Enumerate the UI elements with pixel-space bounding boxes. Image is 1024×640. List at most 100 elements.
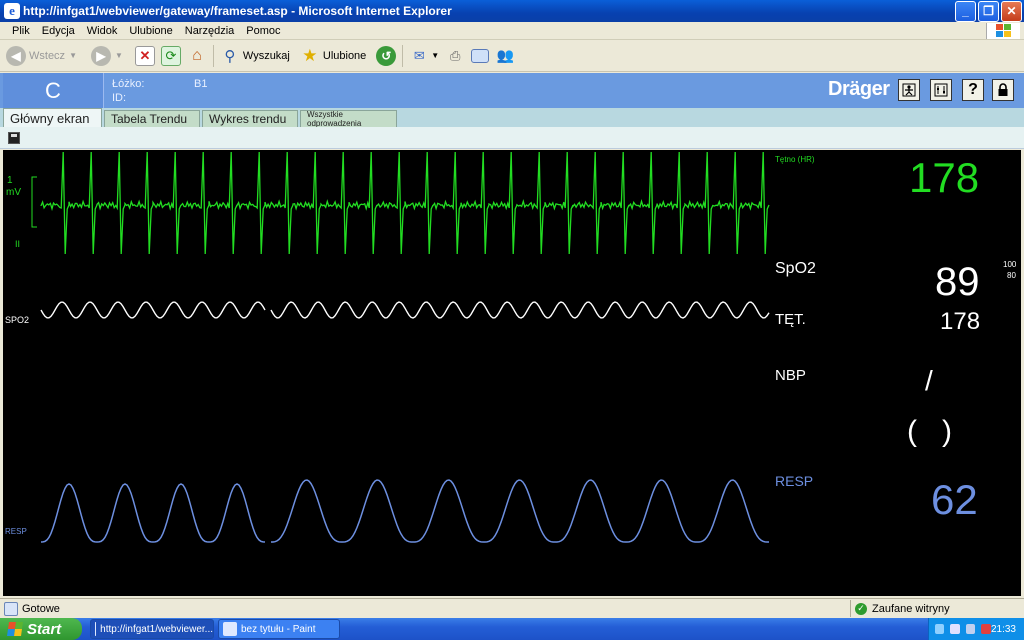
- home-icon: ⌂: [192, 46, 202, 64]
- nbp-param-label[interactable]: NBP: [775, 367, 806, 384]
- mail-button[interactable]: ✉ ▼: [409, 46, 439, 66]
- task-label: bez tytułu - Paint: [241, 623, 316, 635]
- spo2-alarm-high: 100: [1003, 260, 1017, 269]
- history-button[interactable]: ↺: [376, 45, 397, 66]
- resp-param-label[interactable]: RESP: [775, 473, 813, 489]
- menu-bar: Plik Edycja Widok Ulubione Narzędzia Pom…: [0, 22, 1024, 40]
- bed-label: Łóżko:: [112, 78, 145, 90]
- sliders-icon: [934, 83, 948, 97]
- ie-task-icon: [95, 622, 97, 636]
- menu-file[interactable]: Plik: [0, 25, 36, 37]
- stop-icon: ✕: [134, 45, 155, 66]
- waveform-canvas: [31, 151, 770, 543]
- search-label: Wyszukaj: [242, 49, 290, 62]
- messenger-icon: 👥: [496, 47, 514, 63]
- nbp-mean: ( ): [907, 415, 952, 448]
- help-button[interactable]: ?: [962, 79, 984, 101]
- settings-button[interactable]: [930, 79, 952, 101]
- menu-help[interactable]: Pomoc: [240, 25, 286, 37]
- menu-edit[interactable]: Edycja: [36, 25, 81, 37]
- ie-logo-icon: e: [4, 3, 20, 19]
- printer-icon: ⎙: [450, 47, 461, 63]
- edit-button[interactable]: [471, 48, 490, 63]
- spo2-waveform: [270, 301, 770, 319]
- tab-main-screen[interactable]: Główny ekran: [3, 108, 102, 127]
- bed-value: B1: [194, 78, 208, 90]
- hr-value: 178: [909, 154, 980, 201]
- window-title-bar[interactable]: e http://infgat1/webviewer/gateway/frame…: [0, 0, 1024, 22]
- windows-flag-icon: [7, 622, 23, 636]
- stop-button[interactable]: ✕: [134, 45, 155, 66]
- spo2-param-label[interactable]: SpO2: [775, 260, 816, 278]
- paint-task-icon: [223, 622, 237, 636]
- tab-trend-chart[interactable]: Wykres trendu: [202, 110, 298, 127]
- print-button[interactable]: ⎙: [445, 46, 465, 66]
- messenger-button[interactable]: 👥: [495, 46, 515, 66]
- zone-label: Zaufane witryny: [872, 602, 950, 615]
- taskbar-item-paint[interactable]: bez tytułu - Paint: [218, 619, 340, 639]
- back-button[interactable]: ◀ Wstecz ▼: [6, 45, 77, 66]
- lock-icon: [998, 83, 1008, 96]
- search-button[interactable]: ⚲ Wyszukaj: [220, 46, 290, 66]
- browser-toolbar: ◀ Wstecz ▼ ▶ ▼ ✕ ⟳ ⌂ ⚲ Wyszukaj ★ Ulubio…: [0, 40, 1024, 72]
- patient-icon: [902, 83, 916, 97]
- toolbar-separator: [402, 44, 404, 67]
- refresh-button[interactable]: ⟳: [160, 45, 181, 66]
- patient-button[interactable]: [898, 79, 920, 101]
- mail-dropdown-icon: ▼: [431, 51, 440, 60]
- bed-letter: C: [3, 73, 104, 108]
- spo2-alarm-low: 80: [1007, 271, 1016, 280]
- ecg-waveform: [40, 151, 770, 255]
- resp-value: 62: [931, 476, 978, 523]
- tray-icon-arrow[interactable]: [935, 624, 945, 634]
- taskbar-item-ie[interactable]: http://infgat1/webviewer...: [90, 619, 214, 639]
- spo2-wave-label: SPO2: [5, 315, 30, 325]
- spo2-value: 89: [935, 260, 980, 304]
- spo2-waveform: [40, 301, 266, 319]
- resp-wave-label: RESP: [5, 527, 27, 536]
- patient-monitor: 1 mV II Tętno (HR) 178 SPO2 SpO2 89 100 …: [3, 150, 1021, 596]
- menu-favorites[interactable]: Ulubione: [123, 25, 178, 37]
- favorites-button[interactable]: ★ Ulubione: [300, 46, 366, 66]
- minimize-button[interactable]: _: [955, 0, 976, 22]
- ecg-scale-unit: mV: [6, 187, 21, 198]
- resp-waveform: [40, 483, 266, 543]
- page-icon: [4, 601, 18, 616]
- close-button[interactable]: ✕: [1001, 0, 1022, 22]
- window-title: http://infgat1/webviewer/gateway/framese…: [23, 4, 452, 18]
- maximize-button[interactable]: ❐: [978, 0, 999, 22]
- back-dropdown-icon: ▼: [69, 51, 77, 60]
- start-label: Start: [27, 620, 62, 638]
- tab-all-leads[interactable]: Wszystkie odprowadzenia: [300, 110, 397, 128]
- tray-icon-network[interactable]: [950, 624, 960, 634]
- history-icon: ↺: [376, 45, 397, 66]
- forward-button[interactable]: ▶ ▼: [90, 45, 123, 66]
- lock-button[interactable]: [992, 79, 1014, 101]
- start-button[interactable]: Start: [0, 618, 82, 640]
- security-zone[interactable]: ✓ Zaufane witryny: [850, 600, 950, 617]
- status-text: Gotowe: [22, 602, 60, 615]
- hr-param-label[interactable]: Tętno (HR): [775, 155, 815, 164]
- monitor-header: C Łóżko: ID: B1 Dräger ?: [0, 73, 1024, 108]
- home-button[interactable]: ⌂: [187, 46, 207, 66]
- id-label: ID:: [112, 92, 127, 104]
- clock: 21:33: [990, 623, 1016, 635]
- drager-logo: Dräger: [828, 78, 890, 100]
- menu-view[interactable]: Widok: [81, 25, 124, 37]
- save-icon[interactable]: [8, 132, 20, 144]
- ecg-scale-bracket: [31, 176, 37, 228]
- search-icon: ⚲: [224, 47, 236, 65]
- mail-icon: ✉: [413, 47, 425, 63]
- resp-waveform: [271, 479, 769, 543]
- menu-tools[interactable]: Narzędzia: [179, 25, 241, 37]
- pulse-value: 178: [940, 308, 981, 335]
- tray-icon-security[interactable]: [981, 624, 991, 634]
- ecg-scale-value: 1: [7, 175, 13, 186]
- system-tray: 21:33: [928, 618, 1024, 640]
- tray-icon-volume[interactable]: [965, 624, 976, 634]
- tab-trend-table[interactable]: Tabela Trendu: [104, 110, 200, 127]
- forward-dropdown-icon: ▼: [114, 51, 123, 60]
- toolbar-separator: [212, 44, 214, 67]
- status-bar: Gotowe ✓ Zaufane witryny: [0, 598, 1024, 618]
- back-arrow-icon: ◀: [6, 45, 26, 66]
